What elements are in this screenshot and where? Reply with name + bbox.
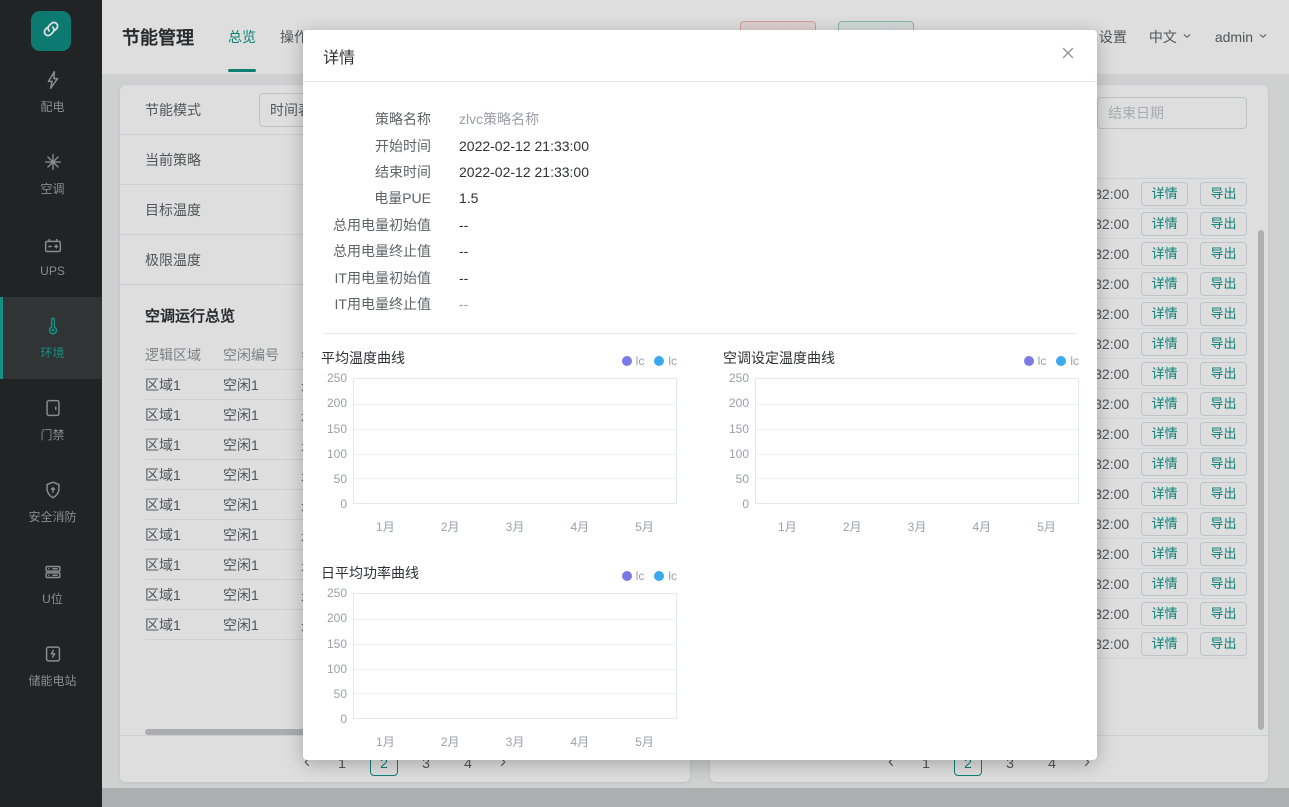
chart-title: 日平均功率曲线 bbox=[321, 563, 419, 583]
legend-entry[interactable]: lc bbox=[622, 569, 645, 583]
chart-legend: lc lc bbox=[1024, 354, 1079, 368]
field-row: 结束时间 2022-02-12 21:33:00 bbox=[323, 159, 1077, 185]
field-row: 策略名称 zlvc策略名称 bbox=[323, 106, 1077, 132]
x-axis-ticks: 1月2月3月4月5月 bbox=[353, 733, 677, 750]
y-axis-ticks: 250 200 150 100 50 0 bbox=[321, 372, 353, 510]
y-tick: 250 bbox=[321, 372, 353, 384]
y-tick: 0 bbox=[723, 498, 755, 510]
x-tick: 1月 bbox=[353, 518, 418, 535]
y-tick: 150 bbox=[321, 423, 353, 435]
field-row: 开始时间 2022-02-12 21:33:00 bbox=[323, 132, 1077, 158]
chart-ac-set-temperature: 空调设定温度曲线 lc lc 250 200 150 100 50 0 bbox=[723, 348, 1079, 535]
plot-area bbox=[353, 378, 677, 504]
x-tick: 5月 bbox=[612, 518, 677, 535]
chart-daily-average-power: 日平均功率曲线 lc lc 250 200 150 100 50 0 bbox=[321, 563, 677, 750]
chart-title: 空调设定温度曲线 bbox=[723, 348, 835, 368]
x-tick: 2月 bbox=[418, 518, 483, 535]
field-label: IT用电量终止值 bbox=[323, 294, 431, 314]
field-row: 电量PUE 1.5 bbox=[323, 185, 1077, 211]
field-value: -- bbox=[459, 296, 468, 312]
y-tick: 200 bbox=[321, 612, 353, 624]
x-tick: 1月 bbox=[353, 733, 418, 750]
field-value: 2022-02-12 21:33:00 bbox=[459, 164, 589, 180]
field-value: -- bbox=[459, 270, 468, 286]
y-tick: 250 bbox=[321, 587, 353, 599]
y-axis-ticks: 250 200 150 100 50 0 bbox=[321, 587, 353, 725]
x-axis-ticks: 1月2月3月4月5月 bbox=[755, 518, 1079, 535]
field-value: zlvc策略名称 bbox=[459, 109, 539, 129]
y-tick: 50 bbox=[321, 688, 353, 700]
legend-dot-icon bbox=[1056, 356, 1066, 366]
y-tick: 0 bbox=[321, 498, 353, 510]
field-label: 策略名称 bbox=[323, 109, 431, 129]
app-root: 配电 空调 UPS 环境 门禁 安全消防 U位 储能电站 bbox=[0, 0, 1289, 807]
x-tick: 3月 bbox=[483, 733, 548, 750]
x-tick: 1月 bbox=[755, 518, 820, 535]
legend-entry[interactable]: lc bbox=[622, 354, 645, 368]
x-tick: 4月 bbox=[949, 518, 1014, 535]
legend-dot-icon bbox=[654, 571, 664, 581]
y-tick: 0 bbox=[321, 713, 353, 725]
field-row: IT用电量终止值 -- bbox=[323, 291, 1077, 317]
modal-header: 详情 bbox=[303, 30, 1097, 82]
field-value: 2022-02-12 21:33:00 bbox=[459, 138, 589, 154]
legend-dot-icon bbox=[654, 356, 664, 366]
y-tick: 200 bbox=[723, 397, 755, 409]
chart-legend: lc lc bbox=[622, 354, 677, 368]
legend-dot-icon bbox=[622, 356, 632, 366]
y-tick: 50 bbox=[723, 473, 755, 485]
field-label: 总用电量终止值 bbox=[323, 241, 431, 261]
field-label: 电量PUE bbox=[323, 188, 431, 208]
y-tick: 100 bbox=[321, 448, 353, 460]
close-icon bbox=[1059, 44, 1077, 67]
field-label: IT用电量初始值 bbox=[323, 268, 431, 288]
legend-entry[interactable]: lc bbox=[654, 569, 677, 583]
legend-dot-icon bbox=[1024, 356, 1034, 366]
y-tick: 200 bbox=[321, 397, 353, 409]
close-button[interactable] bbox=[1059, 44, 1077, 67]
plot-area bbox=[755, 378, 1079, 504]
detail-fields: 策略名称 zlvc策略名称 开始时间 2022-02-12 21:33:00 结… bbox=[303, 82, 1097, 317]
legend-dot-icon bbox=[622, 571, 632, 581]
plot-area bbox=[353, 593, 677, 719]
field-label: 结束时间 bbox=[323, 162, 431, 182]
x-tick: 3月 bbox=[483, 518, 548, 535]
field-value: 1.5 bbox=[459, 190, 478, 206]
y-tick: 150 bbox=[723, 423, 755, 435]
x-tick: 2月 bbox=[820, 518, 885, 535]
x-tick: 4月 bbox=[547, 518, 612, 535]
x-axis-ticks: 1月2月3月4月5月 bbox=[353, 518, 677, 535]
charts-grid: 平均温度曲线 lc lc 250200150100500 1 bbox=[303, 334, 1097, 750]
detail-modal: 详情 策略名称 zlvc策略名称 开始时间 2022-02-12 21:33:0… bbox=[303, 30, 1097, 760]
field-row: IT用电量初始值 -- bbox=[323, 264, 1077, 290]
field-value: -- bbox=[459, 243, 468, 259]
x-tick: 5月 bbox=[612, 733, 677, 750]
chart-title: 平均温度曲线 bbox=[321, 348, 405, 368]
legend-entry[interactable]: lc bbox=[1024, 354, 1047, 368]
x-tick: 3月 bbox=[885, 518, 950, 535]
field-value: -- bbox=[459, 217, 468, 233]
legend-entry[interactable]: lc bbox=[1056, 354, 1079, 368]
field-row: 总用电量终止值 -- bbox=[323, 238, 1077, 264]
x-tick: 5月 bbox=[1014, 518, 1079, 535]
y-tick: 100 bbox=[723, 448, 755, 460]
x-tick: 4月 bbox=[547, 733, 612, 750]
legend-entry[interactable]: lc bbox=[654, 354, 677, 368]
chart-legend: lc lc bbox=[622, 569, 677, 583]
y-tick: 50 bbox=[321, 473, 353, 485]
field-label: 总用电量初始值 bbox=[323, 215, 431, 235]
y-axis-ticks: 250 200 150 100 50 0 bbox=[723, 372, 755, 510]
y-tick: 100 bbox=[321, 663, 353, 675]
chart-average-temperature: 平均温度曲线 lc lc 250200150100500 1 bbox=[321, 348, 677, 535]
modal-title: 详情 bbox=[323, 44, 355, 68]
x-tick: 2月 bbox=[418, 733, 483, 750]
field-row: 总用电量初始值 -- bbox=[323, 212, 1077, 238]
field-label: 开始时间 bbox=[323, 136, 431, 156]
y-tick: 150 bbox=[321, 638, 353, 650]
y-tick: 250 bbox=[723, 372, 755, 384]
